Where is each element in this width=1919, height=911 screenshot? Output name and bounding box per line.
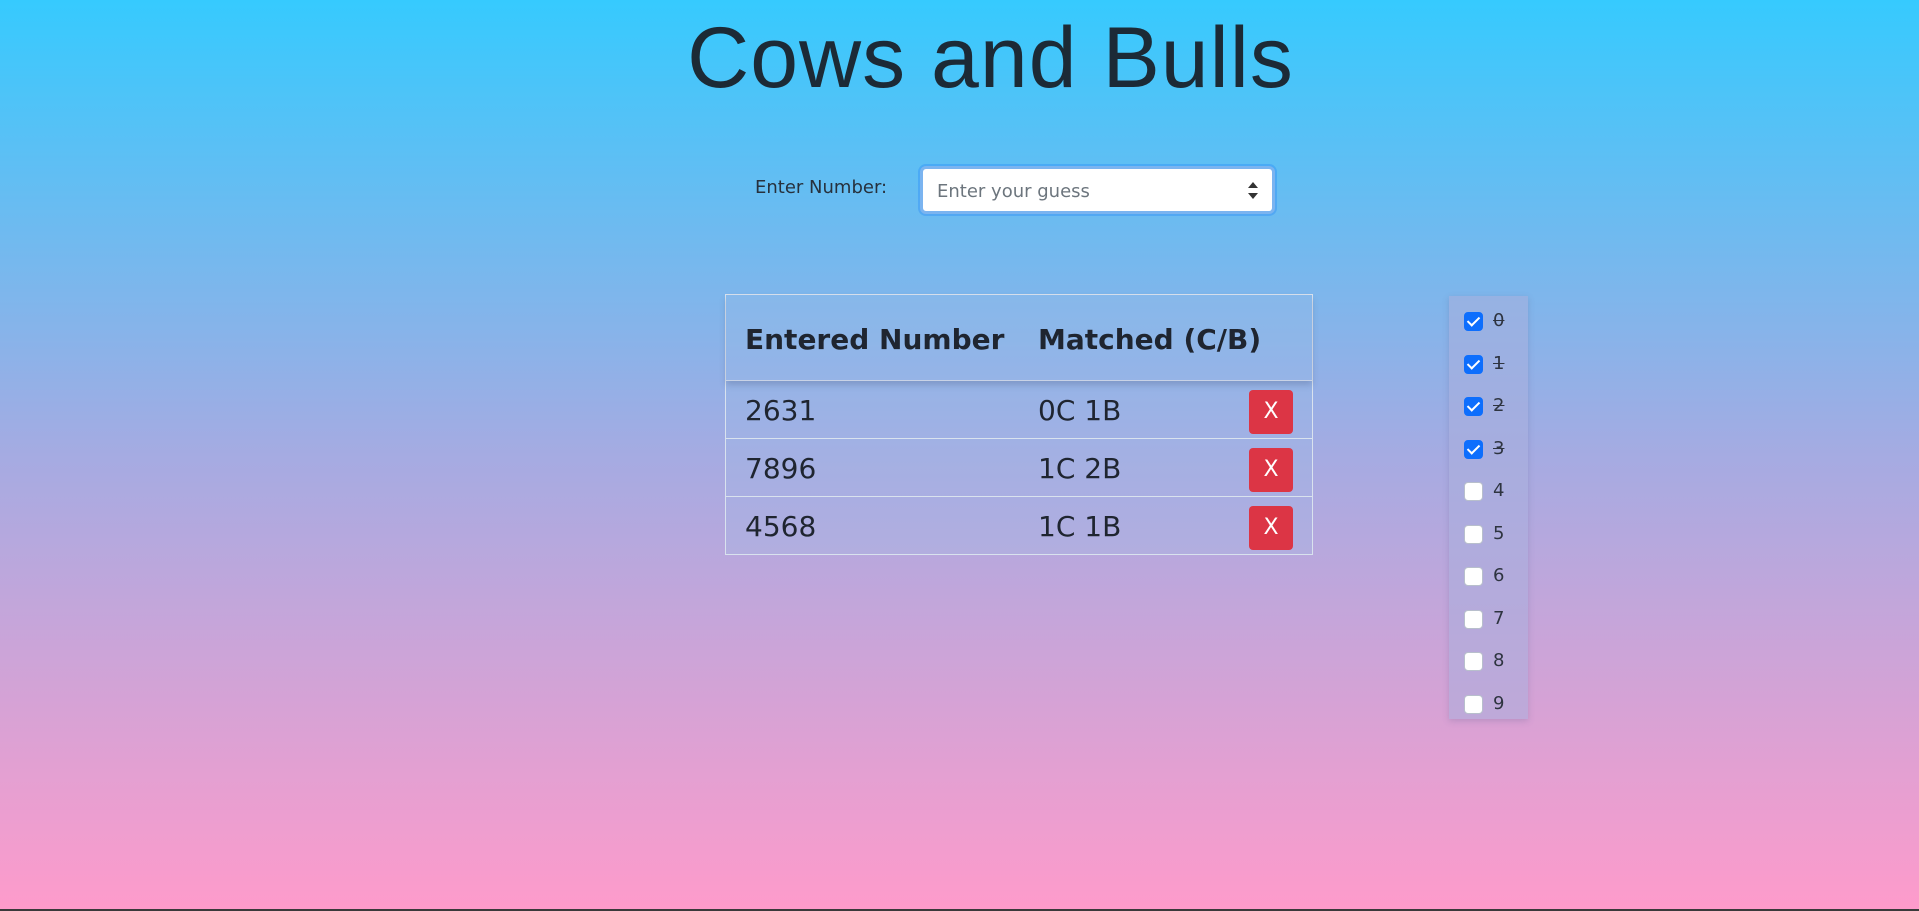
digit-checkbox[interactable] <box>1464 397 1483 416</box>
digit-label: 9 <box>1493 692 1505 714</box>
digit-item[interactable]: 6 <box>1449 561 1528 591</box>
matched-cell: 1C 2B <box>1038 452 1122 485</box>
digit-label: 4 <box>1493 480 1505 501</box>
digit-label: 5 <box>1493 522 1505 544</box>
digit-item[interactable]: 7 <box>1449 604 1528 634</box>
guess-label: Enter Number: <box>755 177 888 198</box>
table-row: 4568 1C 1B X <box>726 497 1312 554</box>
table-row: 7896 1C 2B X <box>726 439 1312 497</box>
matched-cell: 0C 1B <box>1038 394 1122 427</box>
digit-item[interactable]: 9 <box>1449 689 1528 719</box>
page-title: Cows and Bulls <box>687 10 1294 106</box>
digit-label: 7 <box>1493 607 1505 629</box>
digit-label: 1 <box>1493 352 1505 374</box>
guess-history-table: Entered Number Matched (C/B) 2631 0C 1B … <box>725 294 1313 555</box>
column-header-matched: Matched (C/B) <box>1038 323 1262 356</box>
digit-item[interactable]: 8 <box>1449 646 1528 676</box>
digit-label: 8 <box>1493 650 1505 671</box>
digit-tracker-panel: 0 1 2 3 4 5 6 7 8 9 <box>1449 296 1528 719</box>
digit-checkbox[interactable] <box>1464 694 1483 714</box>
digit-label: 3 <box>1493 437 1505 459</box>
digit-item[interactable]: 4 <box>1449 476 1528 506</box>
digit-item[interactable]: 2 <box>1449 391 1528 421</box>
matched-cell: 1C 1B <box>1038 510 1122 543</box>
spinner-up-icon[interactable] <box>1248 182 1258 188</box>
number-spinner[interactable] <box>1246 180 1260 202</box>
entered-number-cell: 7896 <box>745 452 817 485</box>
table-header: Entered Number Matched (C/B) <box>726 295 1312 381</box>
digit-checkbox[interactable] <box>1464 524 1483 544</box>
digit-item[interactable]: 1 <box>1449 349 1528 379</box>
digit-item[interactable]: 3 <box>1449 434 1528 464</box>
digit-checkbox[interactable] <box>1464 652 1483 671</box>
guess-input[interactable] <box>935 177 1229 205</box>
guess-input-container[interactable] <box>920 166 1275 214</box>
digit-checkbox[interactable] <box>1464 609 1483 629</box>
digit-checkbox[interactable] <box>1464 312 1483 331</box>
digit-item[interactable]: 0 <box>1449 306 1528 336</box>
column-header-entered-number: Entered Number <box>745 323 1005 356</box>
digit-label: 6 <box>1493 565 1505 586</box>
entered-number-cell: 4568 <box>745 510 817 543</box>
digit-item[interactable]: 5 <box>1449 519 1528 549</box>
delete-row-button[interactable]: X <box>1249 390 1293 434</box>
digit-checkbox[interactable] <box>1464 567 1483 586</box>
digit-checkbox[interactable] <box>1464 354 1483 374</box>
entered-number-cell: 2631 <box>745 394 817 427</box>
delete-row-button[interactable]: X <box>1249 448 1293 492</box>
delete-row-button[interactable]: X <box>1249 506 1293 550</box>
digit-label: 0 <box>1493 310 1505 331</box>
digit-checkbox[interactable] <box>1464 439 1483 459</box>
digit-checkbox[interactable] <box>1464 482 1483 501</box>
table-row: 2631 0C 1B X <box>726 381 1312 439</box>
digit-label: 2 <box>1493 395 1505 416</box>
spinner-down-icon[interactable] <box>1248 193 1258 199</box>
